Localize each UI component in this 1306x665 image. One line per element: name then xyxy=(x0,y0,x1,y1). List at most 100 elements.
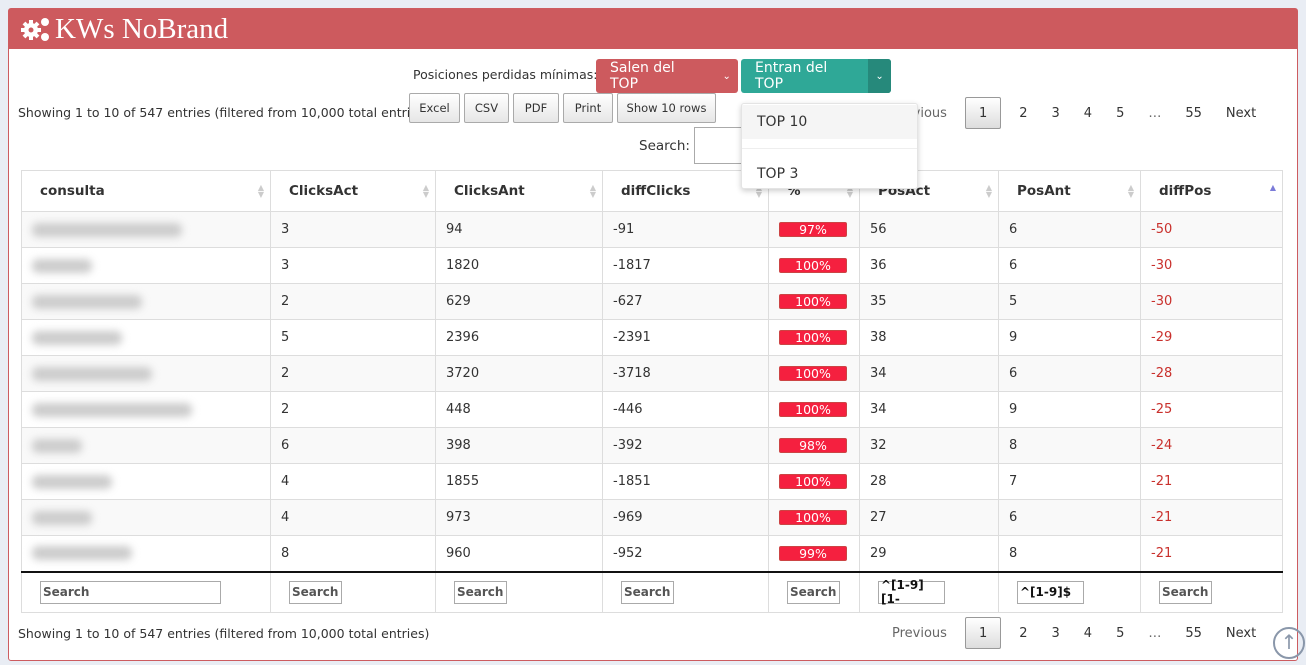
cell-pct: 100% xyxy=(768,247,860,284)
salen-button[interactable]: Salen del TOP xyxy=(596,59,715,93)
page-1[interactable]: 1 xyxy=(964,97,1002,129)
page-4[interactable]: 4 xyxy=(1072,626,1104,641)
cell-pct: 100% xyxy=(768,391,860,428)
cell-pct: 100% xyxy=(768,319,860,356)
page-title: KWs NoBrand xyxy=(55,12,229,45)
cell: 27 xyxy=(859,499,999,536)
cell-pct: 100% xyxy=(768,283,860,320)
filter-cell: Search xyxy=(602,570,769,613)
cell: -21 xyxy=(1140,463,1283,500)
cell: 38 xyxy=(859,319,999,356)
cell-pct: 98% xyxy=(768,427,860,464)
column-search-input[interactable]: ^[1-9][1- xyxy=(878,578,945,606)
column-label: PosAnt xyxy=(1017,183,1071,199)
page-55[interactable]: 55 xyxy=(1173,626,1214,641)
cell: -24 xyxy=(1140,427,1283,464)
cell: 1820 xyxy=(435,247,603,284)
column-search-input[interactable]: Search xyxy=(454,580,507,604)
cell: 4 xyxy=(270,463,436,500)
table-row: 2 629 -627 100% 35 5 -30 xyxy=(21,283,1283,320)
column-search-input[interactable]: Search xyxy=(621,580,674,604)
cell: 960 xyxy=(435,535,603,572)
cell: -627 xyxy=(602,283,769,320)
cell-pct: 100% xyxy=(768,355,860,392)
cell: 35 xyxy=(859,283,999,320)
menu-divider xyxy=(742,139,917,149)
column-header-2[interactable]: ClicksAnt ▲ ▼ xyxy=(435,170,603,212)
cell-consulta xyxy=(21,499,271,536)
pdf-button[interactable]: PDF xyxy=(513,93,559,123)
chevron-down-icon[interactable]: ⌄ xyxy=(868,59,891,93)
table-row: 4 973 -969 100% 27 6 -21 xyxy=(21,499,1283,536)
cell: 3 xyxy=(270,211,436,248)
table-info-bottom: Showing 1 to 10 of 547 entries (filtered… xyxy=(18,626,430,641)
menu-item-top3[interactable]: TOP 3 xyxy=(742,157,917,191)
menu-item-top10[interactable]: TOP 10 xyxy=(742,105,917,139)
page-3[interactable]: 3 xyxy=(1040,626,1072,641)
table-row: 8 960 -952 99% 29 8 -21 xyxy=(21,535,1283,572)
column-search-input[interactable]: Search xyxy=(1159,580,1212,604)
pct-bar: 100% xyxy=(779,510,847,525)
cell: 8 xyxy=(270,535,436,572)
scroll-top-icon[interactable]: ↑ xyxy=(1273,627,1305,659)
table-row: 5 2396 -2391 100% 38 9 -29 xyxy=(21,319,1283,356)
page-1[interactable]: 1 xyxy=(964,617,1002,649)
pct-bar: 99% xyxy=(779,545,847,561)
previous-button[interactable]: Previous xyxy=(880,626,959,641)
column-header-7[interactable]: diffPos ▲ xyxy=(1140,170,1283,212)
cell: 6 xyxy=(998,211,1141,248)
table-row: 3 94 -91 97% 56 6 -50 xyxy=(21,211,1283,248)
cell: -21 xyxy=(1140,535,1283,572)
cell: 34 xyxy=(859,355,999,392)
cell-consulta xyxy=(21,463,271,500)
page-2[interactable]: 2 xyxy=(1007,106,1039,121)
show-rows-button[interactable]: Show 10 rows xyxy=(617,93,716,123)
pct-bar: 100% xyxy=(779,258,847,273)
pagination-top: Previous 1 2 3 4 5 … 55 Next xyxy=(880,97,1268,129)
top-menu: TOP 10 TOP 3 xyxy=(741,103,918,189)
pct-bar: 100% xyxy=(779,294,847,309)
cell: -952 xyxy=(602,535,769,572)
filter-cell: ^[1-9][1- xyxy=(859,570,999,613)
csv-button[interactable]: CSV xyxy=(464,93,509,123)
cell: -30 xyxy=(1140,247,1283,284)
cell: -392 xyxy=(602,427,769,464)
entran-dropdown[interactable]: Entran del TOP ⌄ xyxy=(741,59,891,93)
filter-cell: Search xyxy=(21,570,271,613)
column-header-1[interactable]: ClicksAct ▲ ▼ xyxy=(270,170,436,212)
panel-header: KWs NoBrand xyxy=(9,9,1297,49)
chevron-down-icon[interactable]: ⌄ xyxy=(715,59,738,93)
ellipsis: … xyxy=(1148,625,1162,641)
column-header-0[interactable]: consulta ▲ ▼ xyxy=(21,170,271,212)
page-5[interactable]: 5 xyxy=(1104,106,1136,121)
column-search-input[interactable]: Search xyxy=(787,580,840,604)
column-search-input[interactable]: Search xyxy=(289,580,342,604)
cell: 29 xyxy=(859,535,999,572)
filter-cell: Search xyxy=(435,570,603,613)
cell: -1817 xyxy=(602,247,769,284)
pagination-bottom: Previous 1 2 3 4 5 … 55 Next xyxy=(880,617,1268,649)
excel-button[interactable]: Excel xyxy=(409,93,460,123)
page-55[interactable]: 55 xyxy=(1173,106,1214,121)
next-button[interactable]: Next xyxy=(1214,106,1268,121)
cell: 4 xyxy=(270,499,436,536)
print-button[interactable]: Print xyxy=(563,93,613,123)
filter-cell: Search xyxy=(768,570,860,613)
page-5[interactable]: 5 xyxy=(1104,626,1136,641)
page-2[interactable]: 2 xyxy=(1007,626,1039,641)
cell: 34 xyxy=(859,391,999,428)
cell: -29 xyxy=(1140,319,1283,356)
column-label: ClicksAct xyxy=(289,183,359,199)
cell: 6 xyxy=(998,355,1141,392)
salen-dropdown[interactable]: Salen del TOP ⌄ xyxy=(596,59,738,93)
column-header-6[interactable]: PosAnt ▲ ▼ xyxy=(998,170,1141,212)
entran-button[interactable]: Entran del TOP xyxy=(741,59,868,93)
cell: 2 xyxy=(270,355,436,392)
page-4[interactable]: 4 xyxy=(1072,106,1104,121)
column-search-input[interactable]: Search xyxy=(40,580,221,604)
page-3[interactable]: 3 xyxy=(1040,106,1072,121)
next-button[interactable]: Next xyxy=(1214,626,1268,641)
cell: 1855 xyxy=(435,463,603,500)
data-table: consulta ▲ ▼ ClicksAct ▲ ▼ ClicksAnt ▲ ▼ diffClic… xyxy=(21,170,1283,613)
column-search-input[interactable]: ^[1-9]$ xyxy=(1017,580,1084,604)
